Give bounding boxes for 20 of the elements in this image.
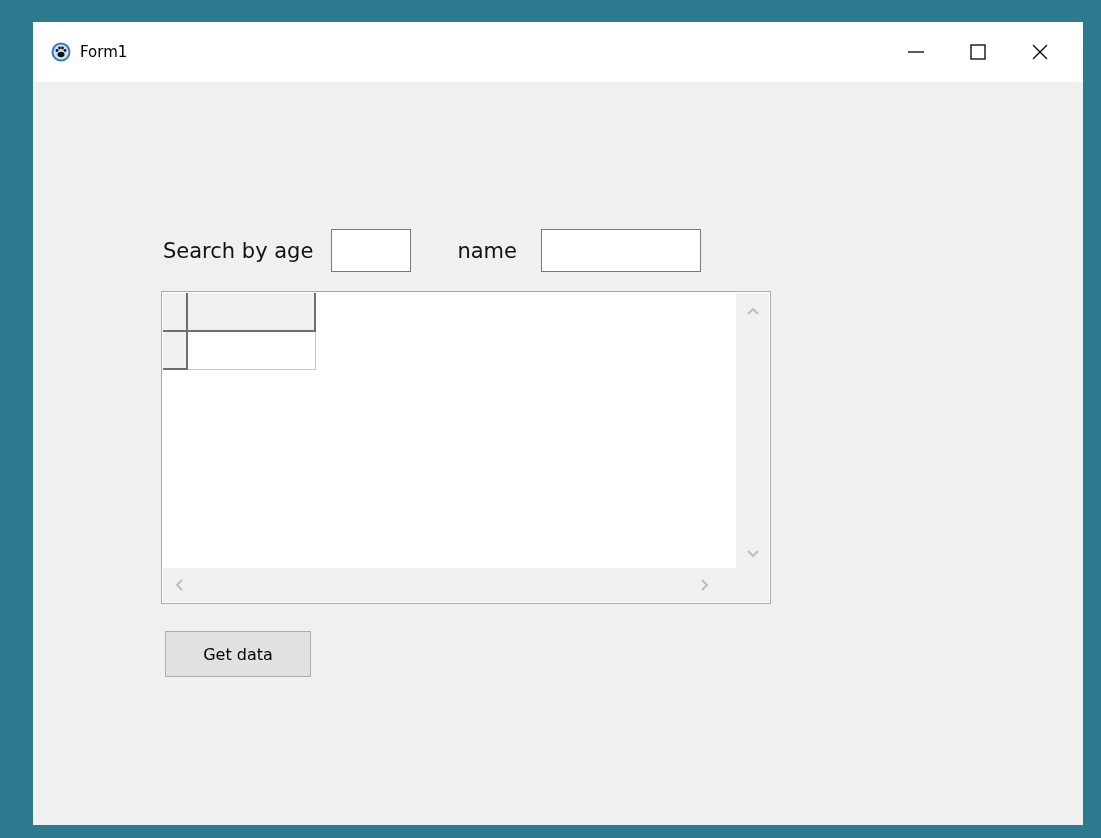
scroll-down-icon[interactable] bbox=[746, 550, 759, 558]
scroll-left-icon[interactable] bbox=[175, 579, 183, 591]
grid-cell[interactable] bbox=[187, 331, 315, 369]
window-title: Form1 bbox=[80, 43, 128, 61]
paw-icon bbox=[51, 42, 71, 62]
corner-header-cell[interactable] bbox=[163, 293, 187, 331]
name-label: name bbox=[457, 238, 517, 263]
row-header[interactable] bbox=[163, 331, 187, 369]
close-icon bbox=[1032, 44, 1048, 60]
horizontal-scrollbar[interactable] bbox=[163, 568, 769, 602]
get-data-button[interactable]: Get data bbox=[165, 631, 311, 677]
age-input-field[interactable] bbox=[331, 229, 412, 272]
column-header[interactable] bbox=[187, 293, 315, 331]
minimize-icon bbox=[908, 51, 924, 53]
vertical-scrollbar[interactable] bbox=[736, 293, 769, 568]
name-input-field[interactable] bbox=[540, 229, 701, 272]
scroll-up-icon[interactable] bbox=[746, 307, 759, 315]
scroll-right-icon[interactable] bbox=[701, 579, 709, 591]
search-label: Search by age bbox=[163, 238, 314, 263]
maximize-icon bbox=[970, 44, 986, 60]
